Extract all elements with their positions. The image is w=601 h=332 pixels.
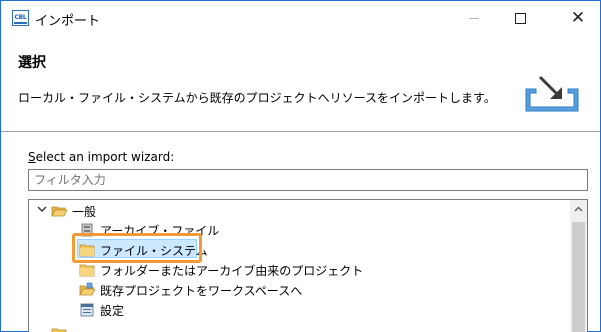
cobol-app-icon: CBL <box>12 10 29 26</box>
wizard-label-text: elect an import wizard: <box>35 150 175 164</box>
preferences-icon <box>80 303 94 317</box>
page-description: ローカル・ファイル・システムから既存のプロジェクトへリソースをインポートします。 <box>18 91 496 105</box>
minimize-icon <box>469 17 479 19</box>
tree-item-label: 既存プロジェクトをワークスペースへ <box>100 283 303 298</box>
tree-scrollbar[interactable] <box>570 200 587 332</box>
scroll-up-button[interactable] <box>570 200 587 217</box>
close-button[interactable]: ✕ <box>555 1 601 35</box>
tree-item-preferences[interactable]: 設定 <box>79 300 124 320</box>
filter-input[interactable] <box>28 169 588 191</box>
maximize-button[interactable] <box>497 1 543 35</box>
tree-item-label: 一般 <box>72 204 97 219</box>
page-title: 選択 <box>18 55 46 71</box>
header-separator <box>1 131 600 132</box>
folder-icon <box>79 264 95 277</box>
wizard-label: Select an import wizard: <box>28 150 174 164</box>
tree-item-label: フォルダーまたはアーカイブ由来のプロジェクト <box>100 263 364 278</box>
tree-item-project-from-folder[interactable]: フォルダーまたはアーカイブ由来のプロジェクト <box>79 260 363 280</box>
close-icon: ✕ <box>570 7 586 28</box>
tree-item-existing-project[interactable]: 既存プロジェクトをワークスペースへ <box>79 280 302 300</box>
tree-item-label: 設定 <box>100 303 125 318</box>
project-folder-icon <box>79 282 95 296</box>
window-title: インポート <box>35 14 101 29</box>
folder-open-icon <box>51 206 67 217</box>
import-dialog: CBL インポート ✕ 選択 ローカル・ファイル・システムから既存のプロジェクト… <box>0 0 601 332</box>
wizard-label-mnemonic: S <box>28 150 36 164</box>
tree-item-general[interactable]: 一般 <box>51 201 96 221</box>
maximize-icon <box>514 12 526 24</box>
wizard-tree[interactable]: 一般 アーカイブ・ファイル ファイル・システム フォルダーまたはアーカイブ由来の… <box>28 199 588 332</box>
title-bar[interactable]: CBL インポート ✕ <box>1 1 600 35</box>
annotation-highlight-box <box>72 233 202 263</box>
chevron-up-icon <box>574 206 583 211</box>
chevron-down-icon[interactable] <box>37 204 47 214</box>
minimize-button[interactable] <box>451 1 497 35</box>
scroll-thumb[interactable] <box>572 222 585 332</box>
import-banner-icon <box>525 75 579 112</box>
folder-icon <box>51 328 67 332</box>
